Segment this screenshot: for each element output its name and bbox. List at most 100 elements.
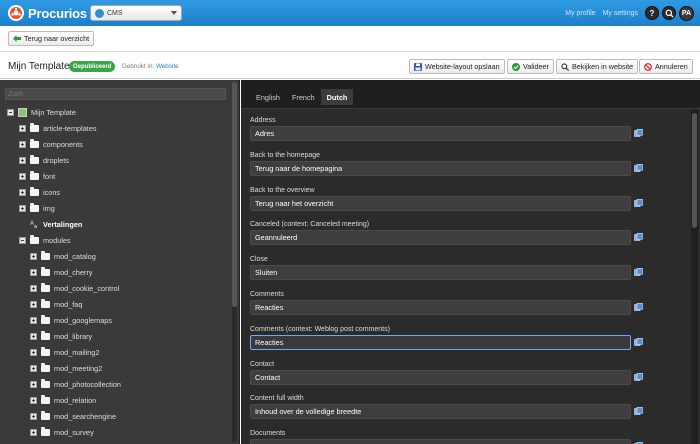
expand-icon[interactable] (30, 300, 37, 308)
translation-input[interactable] (250, 126, 631, 141)
expand-icon[interactable] (30, 332, 37, 340)
translation-input[interactable] (250, 230, 631, 246)
expand-icon[interactable] (30, 348, 37, 356)
tree-item-label: mod_googlemaps (54, 315, 113, 325)
copy-icon[interactable] (634, 303, 643, 311)
copy-icon[interactable] (634, 407, 643, 416)
search-input[interactable] (5, 88, 226, 100)
tree-item[interactable]: font (19, 169, 55, 183)
tree-item[interactable]: mod_faq (30, 297, 82, 311)
tree-item[interactable]: Mijn Template (7, 105, 76, 119)
help-button[interactable]: ? (645, 6, 659, 20)
copy-icon[interactable] (634, 129, 643, 137)
tree-item[interactable]: mod_cookie_control (30, 281, 119, 295)
copy-icon[interactable] (634, 372, 643, 381)
expand-icon[interactable] (30, 380, 37, 388)
expand-icon[interactable] (30, 252, 37, 260)
copy-icon[interactable] (634, 233, 643, 242)
translation-input[interactable] (250, 334, 631, 350)
tree-item[interactable]: mod_catalog (30, 249, 96, 263)
copy-icon[interactable] (634, 163, 643, 172)
expand-icon[interactable] (19, 124, 26, 132)
expand-icon[interactable] (30, 284, 37, 292)
expand-icon[interactable] (30, 364, 37, 372)
tree-item[interactable]: img (19, 201, 55, 215)
folder-icon (41, 314, 50, 324)
expand-icon[interactable] (30, 428, 37, 436)
floppy-disk-icon (414, 62, 422, 71)
expand-icon[interactable] (19, 204, 26, 212)
tree-item[interactable]: Aa Vertalingen (19, 217, 82, 231)
field-label: Canceled (context: Canceled meeting) (250, 221, 370, 229)
translation-input[interactable] (250, 300, 631, 315)
tree-item[interactable]: article-templates (19, 121, 97, 135)
tree-item[interactable]: mod_mailing2 (30, 345, 99, 359)
page-title: Mijn Template (8, 61, 70, 72)
collapse-icon[interactable] (7, 108, 14, 116)
translation-form: Address Back to the homepage Back to the o… (241, 108, 700, 444)
tree-item[interactable]: mod_survey (30, 425, 94, 439)
form-scrollbar[interactable] (691, 109, 698, 444)
tree-item[interactable]: mod_cherry (30, 265, 93, 279)
translation-panel: EnglishFrenchDutch Address Back to the ho… (241, 80, 700, 444)
expand-icon[interactable] (30, 268, 37, 276)
expand-icon[interactable] (19, 156, 26, 164)
save-layout-label: Website-layout opslaan (425, 62, 500, 71)
translation-input[interactable] (250, 160, 631, 176)
tree-item[interactable]: components (19, 137, 83, 151)
field-label: Comments (context: Weblog post comments) (250, 325, 390, 333)
expand-icon[interactable] (30, 396, 37, 404)
view-in-website-button[interactable]: Bekijken in website (556, 59, 639, 74)
tree-item-label: Mijn Template (31, 107, 76, 117)
expand-icon[interactable] (19, 140, 26, 148)
tab-dutch[interactable]: Dutch (320, 89, 354, 105)
field-label: Contact (250, 360, 275, 368)
my-settings-link[interactable]: My settings (603, 10, 638, 17)
copy-icon[interactable] (634, 268, 643, 276)
translation-input[interactable] (250, 404, 631, 420)
tree-item-label: mod_catalog (54, 251, 96, 261)
logo[interactable]: Procurios (8, 5, 87, 21)
translation-input[interactable] (250, 265, 631, 281)
sidebar-scroll-thumb[interactable] (232, 82, 237, 307)
cancel-button[interactable]: Annuleren (639, 59, 693, 74)
tree-item[interactable]: icons (19, 185, 60, 199)
tree-item[interactable]: mod_relation (30, 393, 96, 407)
validate-button[interactable]: Valideer (507, 59, 554, 74)
expand-icon[interactable] (30, 316, 37, 324)
tree-item[interactable]: mod_googlemaps (30, 313, 112, 327)
save-layout-button[interactable]: Website-layout opslaan (409, 59, 505, 74)
sidebar-scrollbar[interactable] (232, 82, 237, 442)
tree-item-label: img (43, 203, 55, 213)
my-profile-link[interactable]: My profile (565, 10, 595, 17)
back-to-overview-button[interactable]: Terug naar overzicht (8, 31, 95, 46)
expand-icon[interactable] (19, 172, 26, 180)
globe-icon (95, 8, 104, 18)
search-button[interactable] (662, 6, 676, 20)
copy-icon[interactable] (634, 198, 643, 207)
tree-item-label: mod_relation (54, 395, 97, 405)
tab-english[interactable]: English (250, 89, 286, 105)
tree-item[interactable]: droplets (19, 153, 69, 167)
tree-item[interactable]: modules (19, 233, 71, 247)
tree-item[interactable]: mod_library (30, 329, 92, 343)
expand-icon[interactable] (30, 412, 37, 420)
tree-item[interactable]: mod_photocollection (30, 377, 121, 391)
no-entry-icon (644, 62, 652, 71)
tree-item-label: modules (43, 235, 71, 245)
used-in-link[interactable]: Website (156, 63, 179, 70)
translation-input[interactable] (250, 369, 631, 385)
translation-input[interactable] (250, 439, 631, 444)
expand-icon[interactable] (19, 188, 26, 196)
form-scroll-thumb[interactable] (692, 113, 697, 228)
tree-item[interactable]: mod_meeting2 (30, 361, 102, 375)
translation-input[interactable] (250, 195, 631, 211)
avatar[interactable]: PA (679, 5, 694, 21)
collapse-icon[interactable] (19, 236, 26, 244)
tree-item[interactable]: mod_searchengine (30, 409, 116, 423)
copy-icon[interactable] (634, 337, 643, 346)
tree-item-label: mod_cookie_control (54, 283, 120, 293)
tab-french[interactable]: French (286, 89, 321, 105)
app-select[interactable]: CMS (90, 5, 182, 21)
logo-text: Procurios (28, 5, 87, 21)
